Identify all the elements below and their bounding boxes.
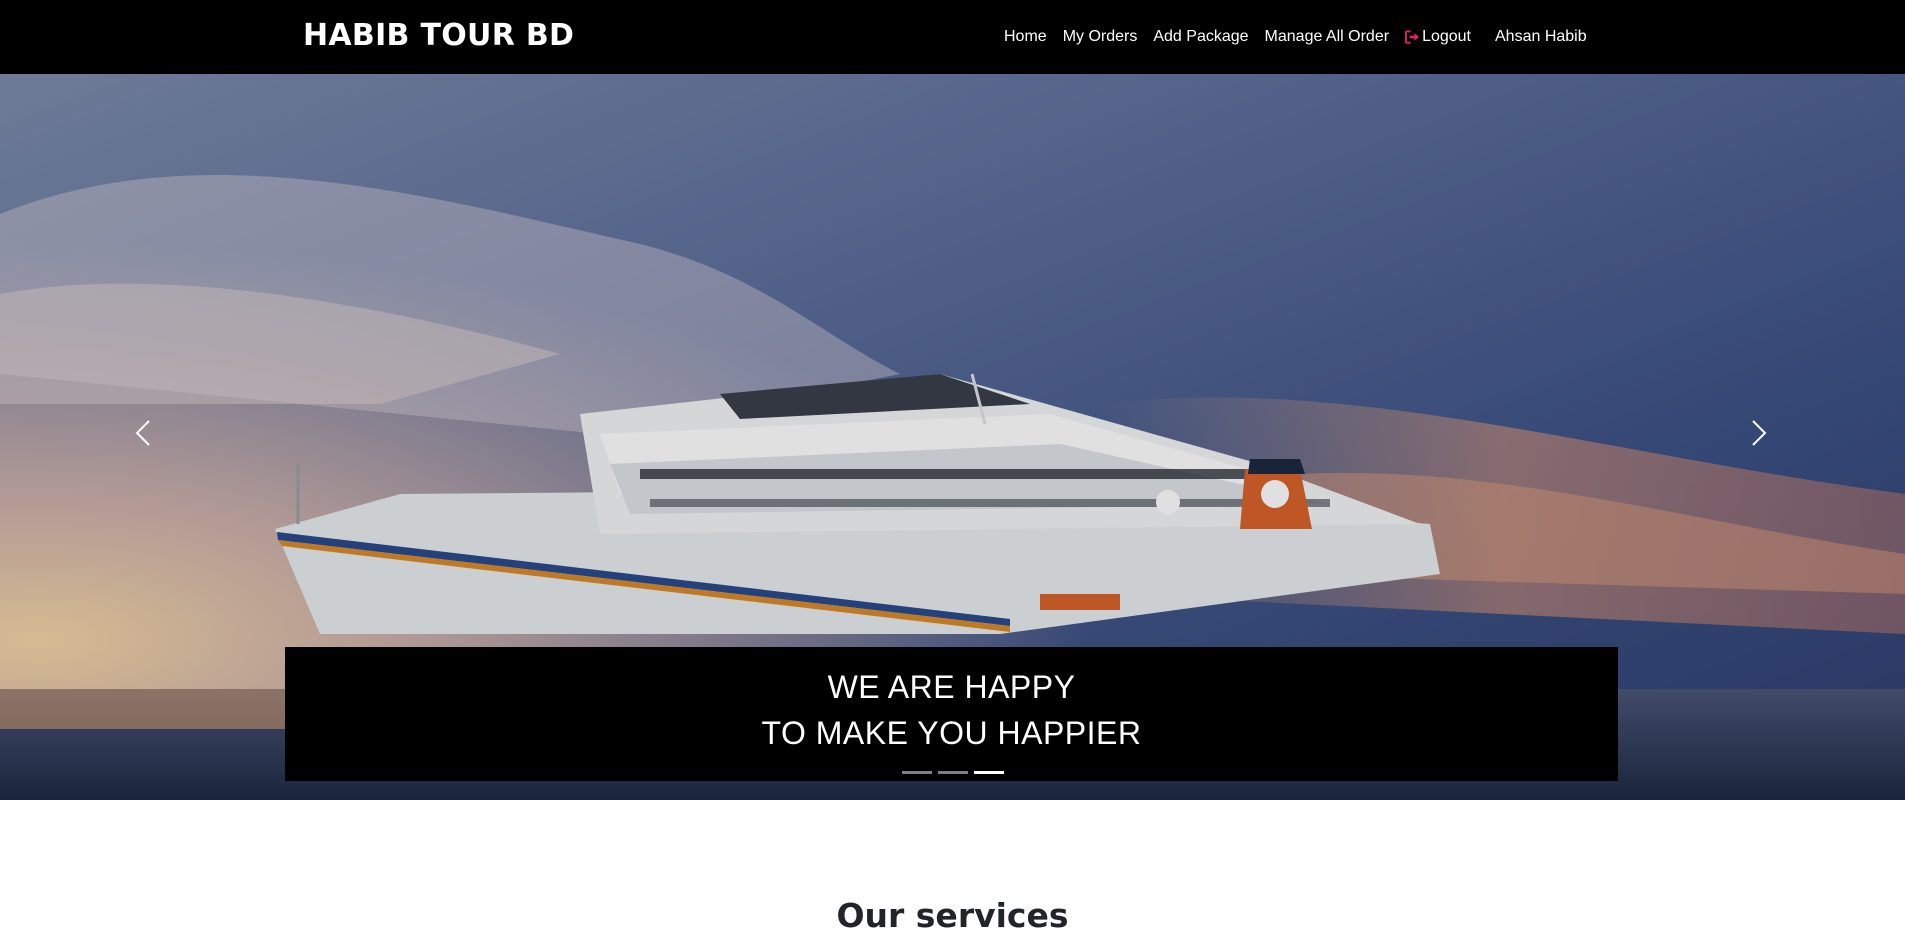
hero-carousel: WE ARE HAPPY TO MAKE YOU HAPPIER (0, 74, 1905, 800)
chevron-right-icon (1752, 420, 1767, 446)
carousel-prev-button[interactable] (129, 413, 159, 453)
carousel-indicators (0, 771, 1905, 775)
nav-link-manage-all-order[interactable]: Manage All Order (1265, 28, 1390, 46)
carousel-next-button[interactable] (1743, 413, 1773, 453)
services-title: Our services (836, 896, 1069, 935)
carousel-indicator-1[interactable] (901, 771, 932, 774)
carousel-indicator-2[interactable] (937, 771, 968, 774)
nav-link-add-package[interactable]: Add Package (1153, 28, 1248, 46)
chevron-left-icon (135, 420, 150, 446)
user-name: Ahsan Habib (1495, 28, 1587, 45)
brand-logo[interactable]: HABIB TOUR BD (303, 18, 574, 53)
logout-label: Logout (1422, 28, 1471, 45)
caption-line-2: TO MAKE YOU HAPPIER (761, 715, 1142, 751)
sign-out-icon (1405, 30, 1420, 44)
logout-button[interactable]: Logout (1405, 28, 1471, 46)
nav-link-home[interactable]: Home (1004, 28, 1047, 46)
nav-link-my-orders[interactable]: My Orders (1063, 28, 1138, 46)
carousel-indicator-3[interactable] (973, 771, 1004, 774)
caption-line-1: WE ARE HAPPY (827, 669, 1076, 705)
nav-links: Home My Orders Add Package Manage All Or… (1004, 25, 1587, 49)
carousel-caption: WE ARE HAPPY TO MAKE YOU HAPPIER (285, 647, 1618, 781)
navbar: HABIB TOUR BD Home My Orders Add Package… (0, 0, 1905, 74)
